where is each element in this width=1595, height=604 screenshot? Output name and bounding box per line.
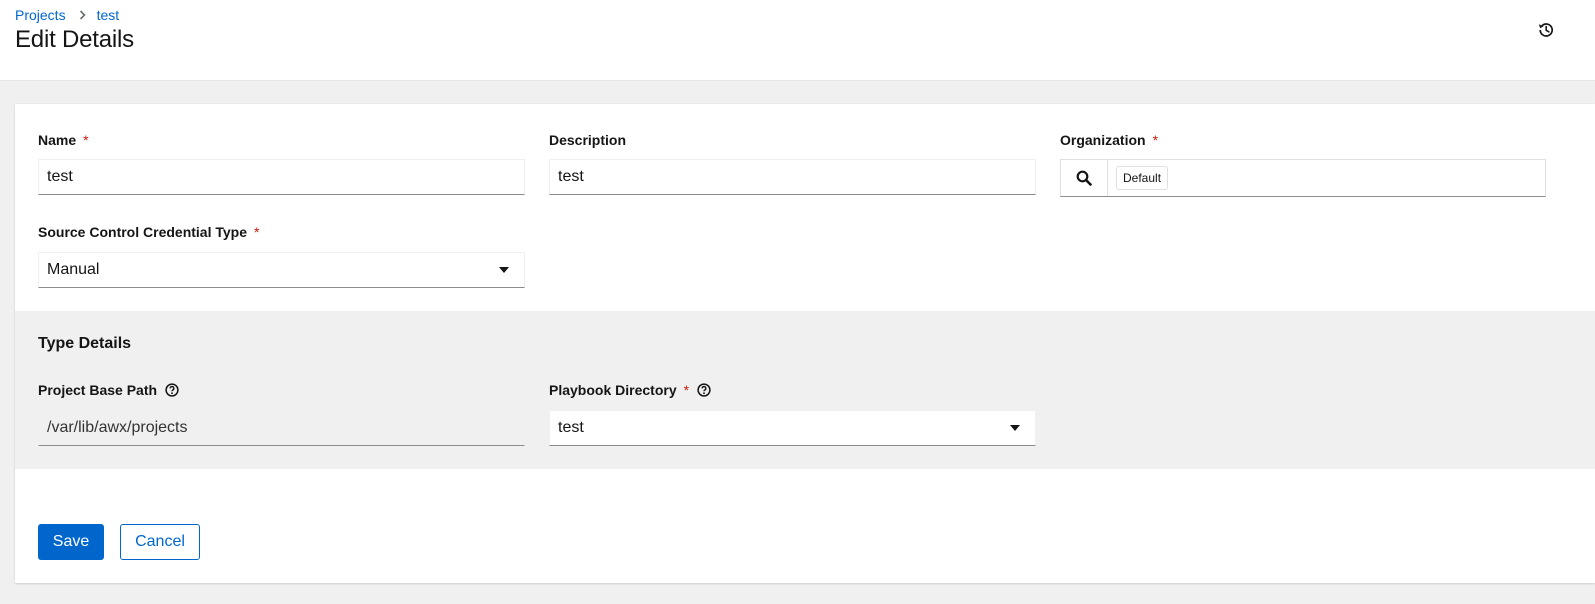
organization-chip-group: Default: [1108, 160, 1545, 196]
name-input[interactable]: [38, 159, 525, 195]
project-base-path-label: Project Base Path: [38, 381, 179, 399]
playbook-directory-label: Playbook Directory *: [549, 381, 711, 399]
page-header: Projects test Edit Details: [0, 0, 1595, 81]
playbook-directory-value: test: [558, 419, 584, 436]
history-icon[interactable]: [1536, 20, 1556, 40]
breadcrumb: Projects test: [15, 7, 119, 23]
save-button[interactable]: Save: [38, 524, 104, 560]
breadcrumb-projects-link[interactable]: Projects: [15, 7, 66, 23]
organization-lookup: Default: [1060, 159, 1546, 197]
required-marker: *: [83, 132, 89, 148]
scm-type-select[interactable]: Manual: [38, 252, 525, 288]
type-details-section: Type Details Project Base Path Playbook …: [15, 311, 1595, 469]
breadcrumb-current-link[interactable]: test: [97, 7, 120, 23]
page-title: Edit Details: [15, 26, 134, 53]
description-label: Description: [549, 132, 627, 148]
name-label: Name *: [38, 132, 89, 148]
chevron-right-icon: [79, 10, 86, 20]
search-icon[interactable]: [1061, 160, 1108, 196]
scm-type-label: Source Control Credential Type *: [38, 224, 260, 240]
organization-chip: Default: [1116, 166, 1169, 190]
help-icon[interactable]: [697, 383, 711, 397]
caret-down-icon: [499, 267, 509, 273]
help-icon[interactable]: [165, 383, 179, 397]
caret-down-icon: [1010, 425, 1020, 431]
required-marker: *: [1152, 132, 1159, 148]
project-base-path-input: [38, 410, 525, 446]
playbook-directory-select[interactable]: test: [549, 410, 1036, 446]
required-marker: *: [683, 382, 690, 398]
required-marker: *: [254, 224, 260, 240]
type-details-title: Type Details: [38, 335, 132, 352]
organization-label: Organization *: [1060, 132, 1159, 148]
scm-type-value: Manual: [47, 261, 100, 278]
form-card: Name * Description Organization * Defaul…: [15, 104, 1595, 583]
cancel-button[interactable]: Cancel: [120, 524, 200, 560]
description-input[interactable]: [549, 159, 1036, 195]
